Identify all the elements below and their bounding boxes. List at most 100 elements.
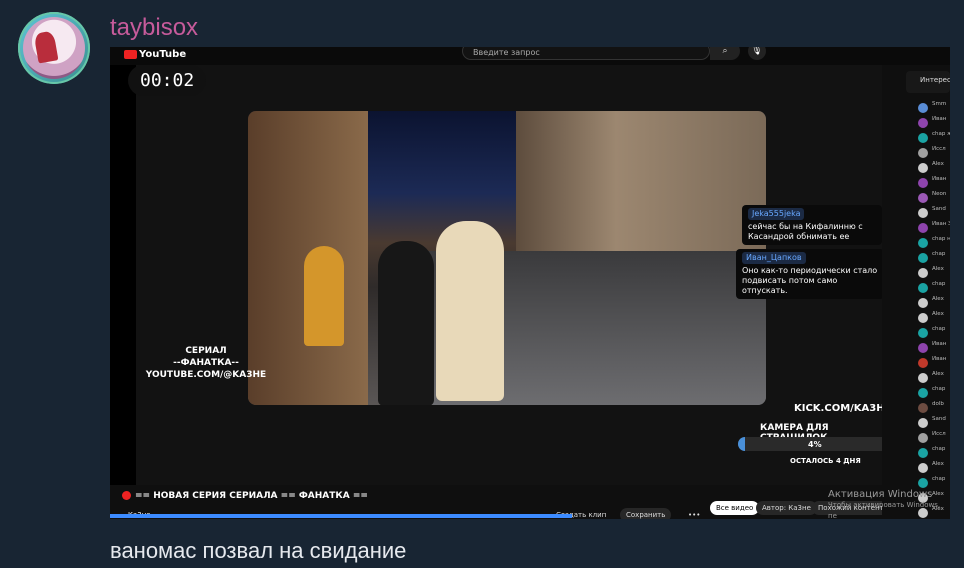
sidebar-item[interactable]: chap	[918, 326, 950, 340]
video-building-right	[516, 111, 766, 261]
user-avatar-icon	[918, 313, 928, 323]
sidebar-item-label: chap	[932, 446, 946, 452]
user-avatar-icon	[918, 163, 928, 173]
stream-player[interactable]: Jeka555jeka сейчас бы на Кифалинню с Кас…	[136, 65, 926, 497]
user-avatar-icon	[918, 478, 928, 488]
sidebar-item[interactable]: chap	[918, 251, 950, 265]
sidebar-item-label: Sand	[932, 416, 946, 422]
sidebar-item-label: chap	[932, 476, 946, 482]
user-avatar-icon	[918, 328, 928, 338]
sidebar-item[interactable]: chap	[918, 281, 950, 295]
user-avatar-icon	[918, 358, 928, 368]
sidebar-item-label: Neon	[932, 191, 947, 197]
chat-username: Jeka555jeka	[748, 208, 805, 220]
user-avatar-icon	[918, 388, 928, 398]
sidebar-item-label: chap	[932, 326, 946, 332]
series-branding: СЕРИАЛ --ФАНАТКА-- YOUTUBE.COM/@KA3HE	[138, 345, 274, 381]
sidebar-item-label: Иван Это	[932, 221, 950, 227]
user-avatar-icon	[918, 193, 928, 203]
sidebar-item[interactable]: Alex	[918, 371, 950, 385]
sidebar-item[interactable]: Alex	[918, 296, 950, 310]
sidebar-item-label: Alex	[932, 461, 944, 467]
sidebar-item-label: chap	[932, 251, 946, 257]
sidebar-item[interactable]: Иван Это	[918, 221, 950, 235]
stream-video-frame	[248, 111, 766, 405]
sidebar-item[interactable]: Иван	[918, 176, 950, 190]
recommendations-sidebar: Интерес Smm Иван chap жест Иссл Alex Иван Neon…	[882, 65, 950, 519]
sidebar-item-label: chap жест	[932, 131, 950, 137]
sidebar-item[interactable]: dolb	[918, 401, 950, 415]
user-avatar-icon	[918, 403, 928, 413]
message-caption: ваномас позвал на свидание	[110, 538, 407, 563]
filter-author[interactable]: Автор: Ка3не	[756, 501, 817, 515]
left-strip	[110, 65, 136, 485]
sidebar-item-label: Иссл	[932, 146, 946, 152]
sidebar-item[interactable]: Sand	[918, 416, 950, 430]
sidebar-item[interactable]: chap	[918, 386, 950, 400]
sidebar-item[interactable]: Neon	[918, 191, 950, 205]
user-avatar-icon	[918, 223, 928, 233]
message-media-screenshot[interactable]: YouTube Введите запрос ⌕ 🎙 Jeka555jeka с…	[110, 47, 950, 519]
sidebar-item-label: Иссл	[932, 431, 946, 437]
sidebar-item[interactable]: chap жест	[918, 131, 950, 145]
chat-text: Оно как-то периодически стало подвисать …	[742, 266, 878, 295]
sidebar-item[interactable]: Alex	[918, 461, 950, 475]
youtube-logo[interactable]: YouTube	[124, 49, 186, 60]
sidebar-item-label: Иван	[932, 176, 947, 182]
user-avatar-icon	[918, 418, 928, 428]
sidebar-item[interactable]: chap	[918, 476, 950, 490]
sidebar-item[interactable]: Иссл	[918, 146, 950, 160]
brand-line: YOUTUBE.COM/@KA3HE	[145, 370, 267, 380]
sidebar-item-label: chap назь	[932, 236, 950, 242]
user-avatar-icon	[918, 238, 928, 248]
author-name[interactable]: taybisox	[110, 14, 198, 42]
brand-line: СЕРИАЛ	[185, 346, 227, 356]
sidebar-item[interactable]: Иссл	[918, 431, 950, 445]
telegram-message: taybisox YouTube Введите запрос ⌕ 🎙 Jeka…	[0, 0, 964, 568]
sidebar-item-label: Smm	[932, 101, 947, 107]
sidebar-item[interactable]: Alex	[918, 266, 950, 280]
sidebar-header[interactable]: Интерес	[906, 71, 950, 93]
sidebar-item[interactable]: Иван	[918, 116, 950, 130]
user-avatar-icon	[918, 448, 928, 458]
user-avatar-icon	[918, 103, 928, 113]
filter-all-videos[interactable]: Все видео	[710, 501, 760, 515]
brand-line: --ФАНАТКА--	[173, 358, 239, 368]
sidebar-item[interactable]: Alex	[918, 311, 950, 325]
youtube-header: YouTube Введите запрос ⌕ 🎙	[110, 47, 950, 65]
sidebar-item[interactable]: chap	[918, 446, 950, 460]
sidebar-item-label: Иван	[932, 116, 947, 122]
sidebar-item-label: chap	[932, 281, 946, 287]
camera-goal-percent: 4%	[808, 440, 822, 449]
youtube-search-input[interactable]: Введите запрос	[462, 47, 710, 60]
more-button[interactable]: •••	[682, 508, 706, 519]
sidebar-item[interactable]: Иван	[918, 356, 950, 370]
user-avatar-icon	[918, 283, 928, 293]
video-timer: 00:02	[128, 65, 207, 96]
user-avatar-icon	[918, 463, 928, 473]
sidebar-item-label: dolb	[932, 401, 944, 407]
sidebar-item[interactable]: Smm	[918, 101, 950, 115]
user-avatar-icon	[918, 178, 928, 188]
sidebar-item-label: Alex	[932, 296, 944, 302]
sidebar-item-label: Иван	[932, 341, 947, 347]
search-icon[interactable]: ⌕	[710, 47, 740, 60]
user-avatar-icon	[918, 133, 928, 143]
video-title[interactable]: == НОВАЯ СЕРИЯ СЕРИАЛА == ФАНАТКА ==	[122, 491, 368, 501]
camera-goal-remaining: ОСТАЛОСЬ 4 ДНЯ	[790, 457, 861, 465]
user-avatar-icon	[918, 343, 928, 353]
sidebar-item-label: Sand	[932, 206, 946, 212]
sidebar-item[interactable]: Alex	[918, 161, 950, 175]
user-avatar-icon	[918, 208, 928, 218]
save-button[interactable]: Сохранить	[620, 508, 672, 519]
chat-username: Иван_Цапков	[742, 252, 806, 264]
sidebar-item[interactable]: Sand	[918, 206, 950, 220]
sidebar-item[interactable]: chap назь	[918, 236, 950, 250]
youtube-play-icon	[124, 49, 137, 59]
video-person-beige	[436, 221, 504, 401]
mic-icon[interactable]: 🎙	[748, 47, 766, 60]
user-avatar-icon	[918, 253, 928, 263]
author-avatar[interactable]	[18, 12, 90, 84]
sidebar-item[interactable]: Иван	[918, 341, 950, 355]
user-avatar-icon	[918, 268, 928, 278]
